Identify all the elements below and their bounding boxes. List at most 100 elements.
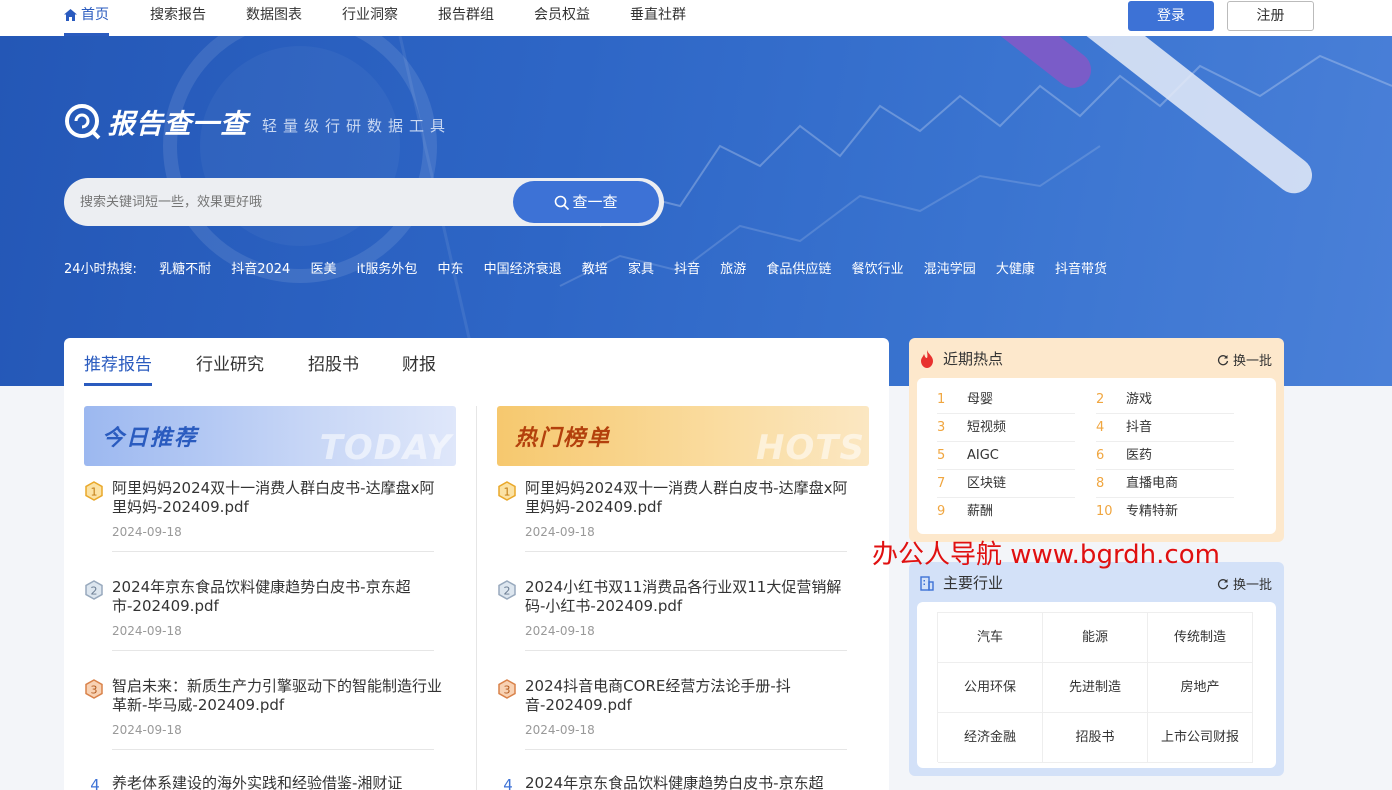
- hot-term[interactable]: 旅游: [720, 258, 746, 277]
- divider: [112, 749, 434, 750]
- search-button[interactable]: 查一查: [513, 181, 659, 223]
- hot-topic-item[interactable]: 6 医药: [1096, 442, 1234, 470]
- hot-topic-item[interactable]: 7 区块链: [937, 470, 1075, 498]
- nav-home[interactable]: 首页: [64, 0, 109, 36]
- hot-topic-item[interactable]: 2 游戏: [1096, 386, 1234, 414]
- login-button[interactable]: 登录: [1128, 1, 1214, 31]
- svg-text:2: 2: [91, 585, 98, 598]
- search-input[interactable]: [80, 178, 500, 226]
- rank-2-badge-icon: 2: [85, 580, 103, 600]
- report-title[interactable]: 2024小红书双11消费品各行业双11大促营销解码-小红书-202409.pdf: [525, 578, 855, 616]
- recent-hot-title: 近期热点: [943, 350, 1004, 368]
- column-divider: [476, 406, 477, 790]
- report-title[interactable]: 智启未来：新质生产力引擎驱动下的智能制造行业革新-毕马威-202409.pdf: [112, 677, 442, 715]
- report-title[interactable]: 阿里妈妈2024双十一消费人群白皮书-达摩盘x阿里妈妈-202409.pdf: [112, 479, 442, 517]
- nav-report-groups[interactable]: 报告群组: [438, 0, 494, 36]
- nav-search-reports[interactable]: 搜索报告: [150, 0, 206, 36]
- report-date: 2024-09-18: [525, 723, 595, 737]
- industry-cell[interactable]: 房地产: [1148, 663, 1253, 713]
- logo-slogan: 轻量级行研数据工具: [262, 117, 452, 135]
- tab-financial-reports[interactable]: 财报: [402, 350, 436, 386]
- hot-term[interactable]: 乳糖不耐: [159, 258, 211, 277]
- hot-topic-item[interactable]: 4 抖音: [1096, 414, 1234, 442]
- hot-term[interactable]: 混沌学园: [924, 258, 976, 277]
- hot-term[interactable]: 抖音带货: [1055, 258, 1107, 277]
- rank-number: 4: [90, 776, 100, 790]
- nav-data-charts[interactable]: 数据图表: [246, 0, 302, 36]
- industry-cell[interactable]: 经济金融: [938, 713, 1043, 763]
- industry-cell[interactable]: 传统制造: [1148, 613, 1253, 663]
- hot-term[interactable]: 抖音2024: [231, 258, 290, 277]
- hot-topic-item[interactable]: 8 直播电商: [1096, 470, 1234, 498]
- report-title[interactable]: 阿里妈妈2024双十一消费人群白皮书-达摩盘x阿里妈妈-202409.pdf: [525, 479, 855, 517]
- svg-text:1: 1: [504, 486, 511, 499]
- tab-prospectus[interactable]: 招股书: [308, 350, 359, 386]
- refresh-hot-button[interactable]: 换一批: [1217, 350, 1272, 369]
- rank-number: 4: [503, 776, 513, 790]
- svg-text:2: 2: [504, 585, 511, 598]
- hot-term[interactable]: 中国经济衰退: [484, 258, 562, 277]
- hot-term[interactable]: 家具: [628, 258, 654, 277]
- hots-banner: 热门榜单 HOTS: [497, 406, 869, 466]
- refresh-icon: [1217, 578, 1229, 589]
- report-title[interactable]: 2024年京东食品饮料健康趋势白皮书-京东超市-202409.pdf: [112, 578, 442, 616]
- industry-cell[interactable]: 汽车: [938, 613, 1043, 663]
- report-date: 2024-09-18: [525, 525, 595, 539]
- logo-icon: [65, 103, 101, 139]
- hot-term[interactable]: 食品供应链: [766, 258, 831, 277]
- svg-text:3: 3: [504, 684, 511, 697]
- report-title[interactable]: 2024年京东食品饮料健康趋势白皮书-京东超: [525, 774, 855, 790]
- home-icon: [64, 9, 77, 21]
- nav-industry-insight[interactable]: 行业洞察: [342, 0, 398, 36]
- hot-term[interactable]: 教培: [582, 258, 608, 277]
- refresh-industries-button[interactable]: 换一批: [1217, 574, 1272, 593]
- tab-recommended[interactable]: 推荐报告: [84, 350, 152, 386]
- divider: [112, 650, 434, 651]
- nav-vertical-community[interactable]: 垂直社群: [630, 0, 686, 36]
- report-title[interactable]: 养老体系建设的海外实践和经验借鉴-湘财证: [112, 774, 442, 790]
- register-button[interactable]: 注册: [1227, 1, 1314, 31]
- industry-cell[interactable]: 先进制造: [1043, 663, 1148, 713]
- report-title[interactable]: 2024抖音电商CORE经营方法论手册-抖音-202409.pdf: [525, 677, 855, 715]
- industry-cell[interactable]: 能源: [1043, 613, 1148, 663]
- today-banner-title: 今日推荐: [102, 426, 199, 451]
- hot-term[interactable]: it服务外包: [357, 258, 418, 277]
- hot-term[interactable]: 大健康: [996, 258, 1035, 277]
- divider: [525, 551, 847, 552]
- hero-banner: 报告查一查 轻量级行研数据工具 查一查 24小时热搜: 乳糖不耐 抖音2024 …: [0, 36, 1392, 386]
- hot-topic-item[interactable]: 3 短视频: [937, 414, 1075, 442]
- recent-hot-header: 近期热点: [919, 348, 1003, 369]
- hot-topic-item[interactable]: 5 AIGC: [937, 442, 1075, 470]
- report-date: 2024-09-18: [112, 525, 182, 539]
- nav-member-benefits[interactable]: 会员权益: [534, 0, 590, 36]
- hot-term[interactable]: 医美: [310, 258, 336, 277]
- divider: [525, 650, 847, 651]
- hots-banner-watermark: HOTS: [755, 428, 865, 466]
- hot-term[interactable]: 餐饮行业: [852, 258, 904, 277]
- search-icon: [555, 195, 570, 210]
- building-icon: [920, 575, 934, 591]
- hot-topic-item[interactable]: 10 专精特新: [1096, 498, 1234, 526]
- site-watermark: 办公人导航 www.bgrdh.com: [872, 540, 1220, 570]
- search-box: 查一查: [64, 178, 664, 226]
- main-industries-title: 主要行业: [943, 574, 1004, 592]
- hot-term[interactable]: 中东: [437, 258, 463, 277]
- tab-industry-research[interactable]: 行业研究: [196, 350, 264, 386]
- industry-cell[interactable]: 上市公司财报: [1148, 713, 1253, 763]
- site-logo[interactable]: 报告查一查 轻量级行研数据工具: [64, 102, 451, 141]
- top-nav: 首页 搜索报告 数据图表 行业洞察 报告群组 会员权益 垂直社群 登录 注册: [0, 0, 1392, 36]
- hot-topic-item[interactable]: 1 母婴: [937, 386, 1075, 414]
- rank-1-badge-icon: 1: [85, 481, 103, 501]
- hot-term[interactable]: 抖音: [674, 258, 700, 277]
- industry-cell[interactable]: 招股书: [1043, 713, 1148, 763]
- rank-1-badge-icon: 1: [498, 481, 516, 501]
- industry-cell[interactable]: 公用环保: [938, 663, 1043, 713]
- hot-search-row: 24小时热搜: 乳糖不耐 抖音2024 医美 it服务外包 中东 中国经济衰退 …: [64, 258, 1123, 278]
- svg-text:3: 3: [91, 684, 98, 697]
- main-industries-header: 主要行业: [919, 572, 1003, 593]
- rank-3-badge-icon: 3: [498, 679, 516, 699]
- recent-hot-panel: 近期热点 换一批 1 母婴 2 游戏 3 短视频 4 抖音 5 AIGC 6 医药 7 区块链…: [909, 338, 1284, 542]
- report-date: 2024-09-18: [525, 624, 595, 638]
- hot-topic-item[interactable]: 9 薪酬: [937, 498, 1075, 526]
- fire-icon: [921, 349, 933, 368]
